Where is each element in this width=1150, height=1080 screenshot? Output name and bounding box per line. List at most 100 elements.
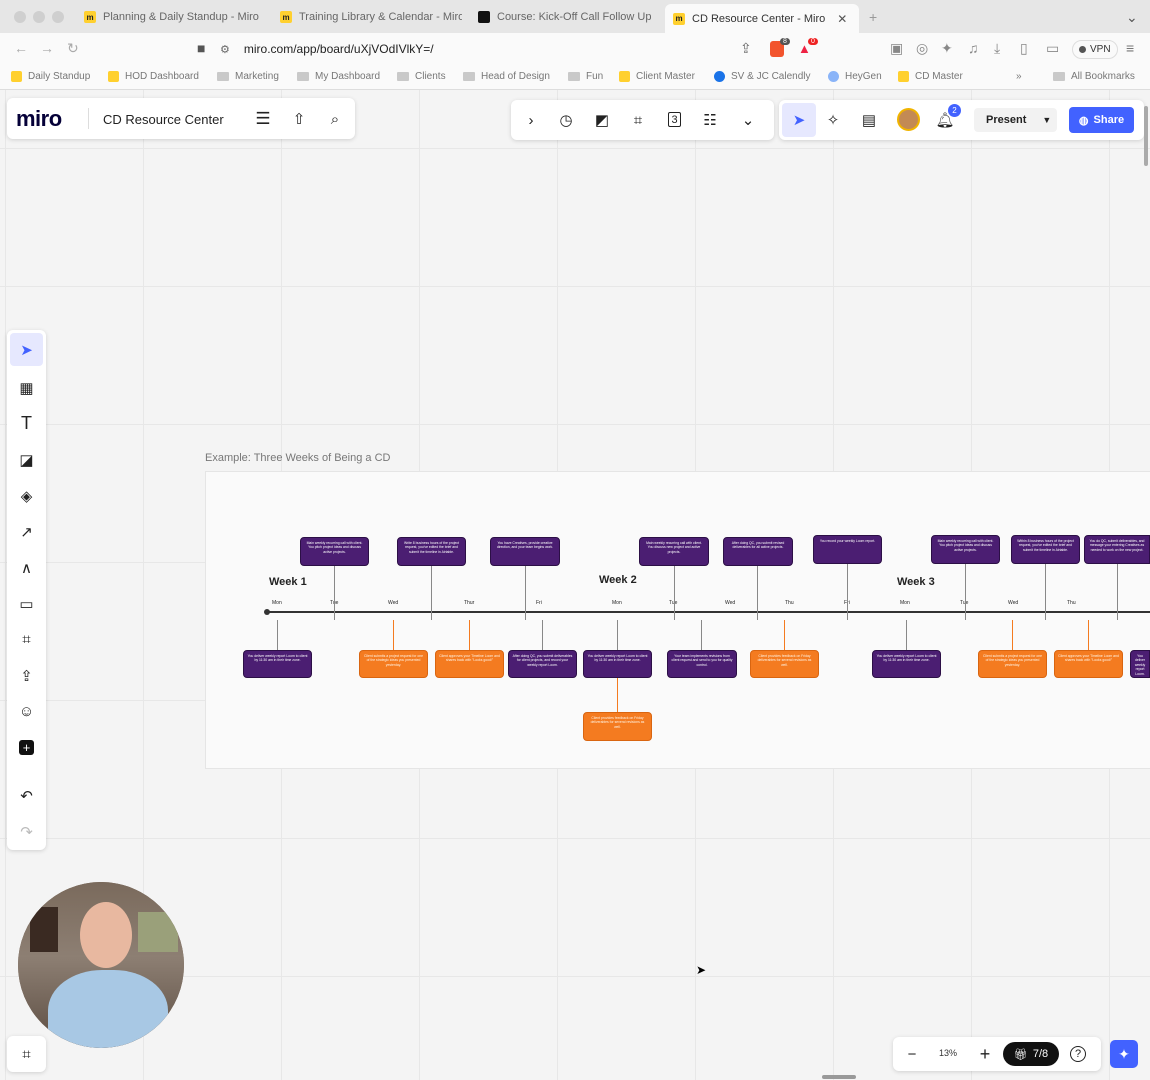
timeline-card[interactable]: Client approves your Timeline Loom and s… xyxy=(435,650,504,678)
timeline-card[interactable]: You deliver weekly report Loom to client… xyxy=(243,650,312,678)
close-tab-icon[interactable]: ✕ xyxy=(837,12,847,26)
bookmark-client-master[interactable]: Client Master xyxy=(619,71,695,82)
cursor-follow-icon[interactable]: ➤ xyxy=(782,103,816,137)
zoom-out-icon[interactable]: − xyxy=(902,1044,922,1064)
music-icon[interactable]: ♫ xyxy=(968,40,979,56)
sidebar-icon[interactable]: ▯ xyxy=(1020,40,1028,57)
comments-icon[interactable]: ▤ xyxy=(859,110,879,130)
timeline-card[interactable]: Main weekly recurring call with client. … xyxy=(300,537,369,566)
new-tab-icon[interactable]: + xyxy=(869,9,877,25)
vpn-button[interactable]: VPN xyxy=(1072,40,1118,59)
pen-icon[interactable]: ∧ xyxy=(16,557,37,578)
frames-list-icon[interactable]: ⌗ xyxy=(16,1044,37,1065)
frame-icon[interactable]: ⌗ xyxy=(16,629,37,650)
zoom-in-icon[interactable]: + xyxy=(975,1044,995,1064)
bookmark-head-of-design[interactable]: Head of Design xyxy=(463,71,550,82)
minimize-window-button[interactable] xyxy=(33,11,45,23)
timeline-card[interactable]: Client submits a project request for one… xyxy=(978,650,1047,678)
bookmark-icon[interactable]: ■ xyxy=(197,40,205,56)
text-tool-icon[interactable]: T xyxy=(16,413,37,434)
tab-training-library[interactable]: m Training Library & Calendar - Miro xyxy=(272,5,462,29)
timeline-card[interactable]: Within 8 business hours of the project r… xyxy=(1011,535,1080,564)
tab-course-kickoff[interactable]: Course: Kick-Off Call Follow Up xyxy=(470,5,660,29)
focus-icon[interactable]: ⌗ xyxy=(628,110,648,130)
timeline-card[interactable]: Main weekly recurring call with client. … xyxy=(931,535,1000,564)
present-button[interactable]: Present ▼ xyxy=(974,108,1057,132)
undo-icon[interactable]: ↶ xyxy=(16,785,37,806)
connection-line-icon[interactable]: ↗ xyxy=(16,521,37,542)
zoom-level[interactable]: 13% xyxy=(933,1048,963,1058)
site-settings-icon[interactable]: ⚙ xyxy=(220,43,230,56)
timeline-card[interactable]: After doing QC, you submit deliverables … xyxy=(508,650,577,678)
all-bookmarks[interactable]: All Bookmarks xyxy=(1053,71,1135,82)
voting-icon[interactable]: ◩ xyxy=(592,110,612,130)
search-icon[interactable]: ⌕ xyxy=(325,109,345,129)
bookmark-my-dashboard[interactable]: My Dashboard xyxy=(297,71,380,82)
zoom-window-button[interactable] xyxy=(52,11,64,23)
address-bar[interactable]: ⚙ miro.com/app/board/uXjVOdIVlkY=/ xyxy=(220,36,768,62)
reactions-icon[interactable]: ✧ xyxy=(823,110,843,130)
bookmark-clients[interactable]: Clients xyxy=(397,71,446,82)
timeline-card[interactable]: You deliver weekly report Loom to client… xyxy=(583,650,652,678)
bookmark-daily-standup[interactable]: Daily Standup xyxy=(11,71,90,82)
vertical-scrollbar[interactable] xyxy=(1144,106,1148,166)
export-icon[interactable]: ⇧ xyxy=(289,109,309,129)
timeline-card[interactable]: Client provides feedback on Friday deliv… xyxy=(750,650,819,678)
emoji-icon[interactable]: ☺ xyxy=(16,701,37,722)
close-window-button[interactable] xyxy=(14,11,26,23)
timeline-card[interactable]: You do QC, submit deliverables, and mess… xyxy=(1084,535,1150,564)
bookmark-marketing[interactable]: Marketing xyxy=(217,71,279,82)
help-icon[interactable]: ? xyxy=(1070,1046,1086,1062)
comment-icon[interactable]: ▭ xyxy=(16,593,37,614)
timeline-card[interactable]: Client approves your Timeline Loom and s… xyxy=(1054,650,1123,678)
reload-icon[interactable]: ↻ xyxy=(67,40,79,57)
board-title[interactable]: CD Resource Center xyxy=(103,112,224,127)
share-page-icon[interactable]: ⇪ xyxy=(740,40,752,57)
bookmark-cd-master[interactable]: CD Master xyxy=(898,71,963,82)
timeline-card[interactable]: Client provides feedback on Friday deliv… xyxy=(583,712,652,741)
menu-icon[interactable]: ≡ xyxy=(1126,40,1134,56)
sticky-note-icon[interactable]: ◪ xyxy=(16,449,37,470)
timeline-frame[interactable] xyxy=(205,471,1150,769)
frames-counter-button[interactable]: 🎁︎ 7/8 xyxy=(1003,1042,1059,1066)
bookmark-hod-dashboard[interactable]: HOD Dashboard xyxy=(108,71,199,82)
avatar[interactable] xyxy=(897,108,920,131)
redo-icon[interactable]: ↷ xyxy=(16,821,37,842)
timeline-card[interactable]: Your team implements revisions from clie… xyxy=(667,650,737,678)
ai-assistant-button[interactable]: ✦ xyxy=(1110,1040,1138,1068)
share-button[interactable]: ◍ Share xyxy=(1069,107,1134,133)
shapes-icon[interactable]: ◈ xyxy=(16,485,37,506)
timeline-card[interactable]: Write 8 business hours of the project re… xyxy=(397,537,466,566)
miro-logo[interactable]: miro xyxy=(16,106,62,132)
extensions-icon[interactable]: ✦ xyxy=(941,40,953,57)
bookmark-sv-jc-calendly[interactable]: SV & JC Calendly xyxy=(714,71,810,82)
notes-icon[interactable]: ☷ xyxy=(700,110,720,130)
select-tool-icon[interactable]: ➤ xyxy=(10,333,43,366)
back-icon[interactable]: ← xyxy=(14,40,28,56)
timeline-card[interactable]: You deliver weekly report Loom to client… xyxy=(872,650,941,678)
expand-chevron-icon[interactable]: › xyxy=(521,110,541,130)
timeline-card[interactable]: You deliver weekly report Loom. xyxy=(1130,650,1150,678)
main-menu-icon[interactable]: ☰ xyxy=(253,109,273,129)
translate-extension-icon[interactable]: ◎ xyxy=(916,40,928,57)
timeline-card[interactable]: Main weekly recurring call with client. … xyxy=(639,537,709,566)
horizontal-scrollbar[interactable] xyxy=(822,1075,856,1079)
more-apps-icon[interactable]: + xyxy=(19,740,34,755)
frame-title[interactable]: Example: Three Weeks of Being a CD xyxy=(205,452,390,464)
templates-icon[interactable]: ▦ xyxy=(16,377,37,398)
download-icon[interactable]: ⤓ xyxy=(994,40,1000,57)
more-bookmarks-icon[interactable]: » xyxy=(1016,71,1022,82)
tab-planning-standup[interactable]: m Planning & Daily Standup - Miro xyxy=(76,5,262,29)
screenshot-extension-icon[interactable]: ▣ xyxy=(890,40,903,57)
timer-icon[interactable]: ◷ xyxy=(556,110,576,130)
timeline-card[interactable]: You have Creatives, provide creative dir… xyxy=(490,537,560,566)
timeline-card[interactable]: You record your weekly Loom report. xyxy=(813,535,882,564)
forward-icon[interactable]: → xyxy=(40,40,54,56)
timeline-card[interactable]: Client submits a project request for one… xyxy=(359,650,428,678)
tab-cd-resource-center[interactable]: m CD Resource Center - Miro ✕ xyxy=(665,4,859,33)
more-tools-icon[interactable]: ⌄ xyxy=(738,110,758,130)
timeline-card[interactable]: After doing QC, you submit revised deliv… xyxy=(723,537,793,566)
wallet-icon[interactable]: ▭ xyxy=(1046,40,1059,57)
bookmark-heygen[interactable]: HeyGen xyxy=(828,71,882,82)
page-counter-icon[interactable]: 3 xyxy=(668,112,681,127)
